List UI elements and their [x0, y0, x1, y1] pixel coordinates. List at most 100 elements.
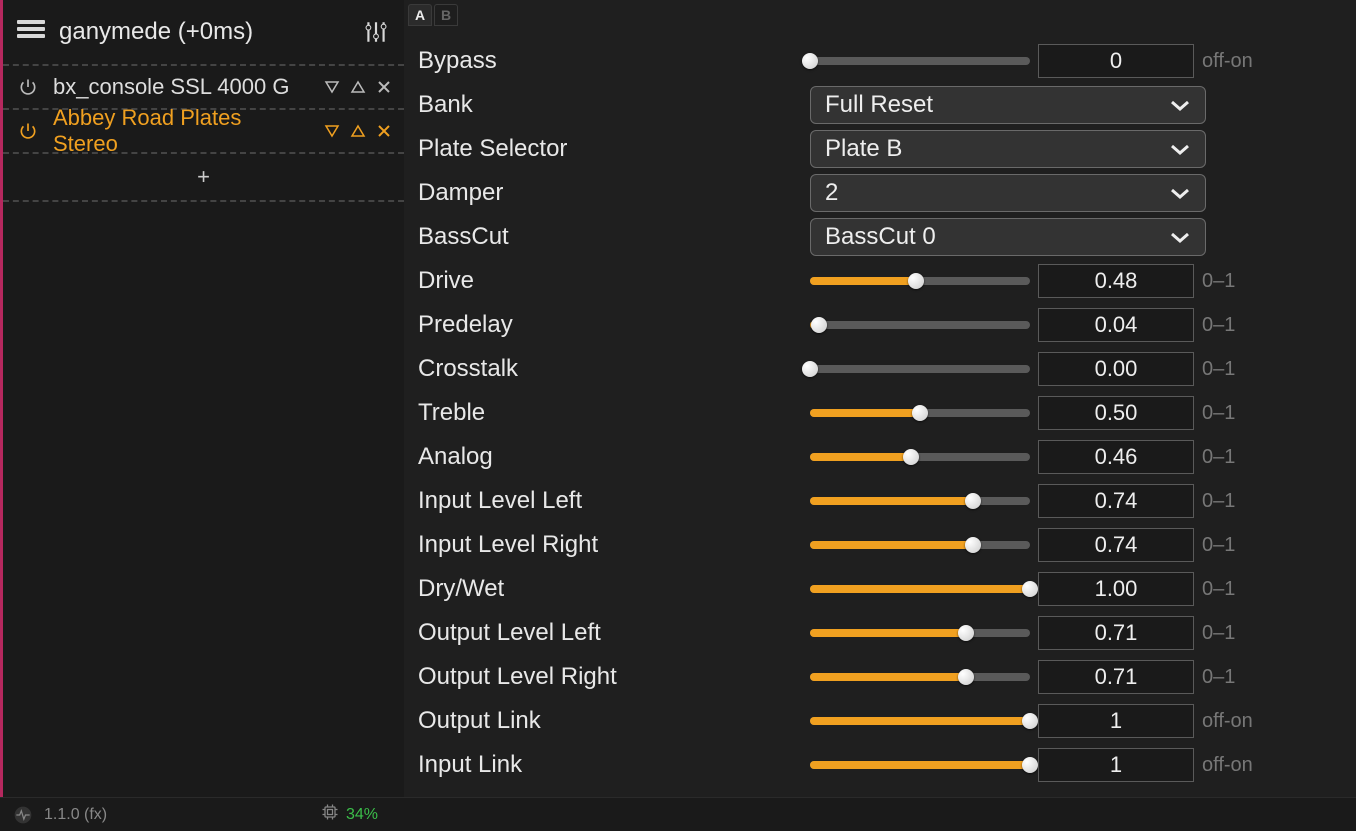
param-row: Drive 0.48 0–1: [414, 262, 1338, 300]
add-plugin-button[interactable]: +: [3, 154, 404, 202]
select-value: Full Reset: [825, 91, 933, 119]
value-input[interactable]: 1: [1038, 704, 1194, 738]
param-label: Output Level Left: [414, 619, 810, 647]
value-input[interactable]: 0.04: [1038, 308, 1194, 342]
slider-output-level-right[interactable]: [810, 669, 1030, 685]
select-value: Plate B: [825, 135, 902, 163]
param-label: Bank: [414, 91, 810, 119]
range-label: 0–1: [1202, 358, 1272, 381]
select-bank[interactable]: Full Reset: [810, 86, 1206, 124]
param-row: Plate Selector Plate B: [414, 130, 1338, 168]
triangle-down-icon[interactable]: [322, 77, 342, 97]
param-label: Analog: [414, 443, 810, 471]
slider-input-level-right[interactable]: [810, 537, 1030, 553]
triangle-up-icon[interactable]: [348, 77, 368, 97]
slider-bypass[interactable]: [810, 53, 1030, 69]
select-damper[interactable]: 2: [810, 174, 1206, 212]
cpu-usage: 34%: [346, 806, 378, 824]
param-row: Damper 2: [414, 174, 1338, 212]
slider-output-link[interactable]: [810, 713, 1030, 729]
slider-drive[interactable]: [810, 273, 1030, 289]
range-label: 0–1: [1202, 622, 1272, 645]
triangle-up-icon[interactable]: [348, 121, 368, 141]
chevron-down-icon: [1169, 91, 1191, 119]
chevron-down-icon: [1169, 223, 1191, 251]
param-row: Input Link 1 off-on: [414, 746, 1338, 784]
range-label: 0–1: [1202, 534, 1272, 557]
slider-dry-wet[interactable]: [810, 581, 1030, 597]
ab-tab-a[interactable]: A: [408, 4, 432, 26]
triangle-down-icon[interactable]: [322, 121, 342, 141]
value-input[interactable]: 0: [1038, 44, 1194, 78]
value-input[interactable]: 0.74: [1038, 528, 1194, 562]
param-label: Plate Selector: [414, 135, 810, 163]
activity-icon: [12, 804, 34, 826]
cpu-icon: [320, 802, 340, 827]
sidebar-header: ganymede (+0ms): [3, 0, 404, 64]
plugin-row[interactable]: bx_console SSL 4000 G: [3, 66, 404, 110]
select-value: 2: [825, 179, 838, 207]
power-icon[interactable]: [17, 76, 39, 98]
value-input[interactable]: 0.74: [1038, 484, 1194, 518]
param-label: Bypass: [414, 47, 810, 75]
slider-analog[interactable]: [810, 449, 1030, 465]
param-row: Analog 0.46 0–1: [414, 438, 1338, 476]
version-label: 1.1.0 (fx): [44, 806, 107, 824]
param-row: Output Link 1 off-on: [414, 702, 1338, 740]
param-row: Treble 0.50 0–1: [414, 394, 1338, 432]
value-input[interactable]: 0.48: [1038, 264, 1194, 298]
range-label: 0–1: [1202, 578, 1272, 601]
value-input[interactable]: 0.50: [1038, 396, 1194, 430]
param-row: Input Level Left 0.74 0–1: [414, 482, 1338, 520]
param-row: BassCut BassCut 0: [414, 218, 1338, 256]
select-value: BassCut 0: [825, 223, 936, 251]
param-row: Output Level Right 0.71 0–1: [414, 658, 1338, 696]
param-label: Output Level Right: [414, 663, 810, 691]
sidebar: ganymede (+0ms) bx_console SSL 4000 G Ab…: [0, 0, 404, 797]
param-label: Input Level Right: [414, 531, 810, 559]
slider-crosstalk[interactable]: [810, 361, 1030, 377]
close-icon[interactable]: [374, 121, 394, 141]
power-icon[interactable]: [17, 120, 39, 142]
ab-tab-b[interactable]: B: [434, 4, 458, 26]
ab-tabs: AB: [404, 0, 1356, 26]
mixer-settings-icon[interactable]: [362, 18, 390, 46]
server-icon: [17, 20, 45, 44]
param-row: Output Level Left 0.71 0–1: [414, 614, 1338, 652]
value-input[interactable]: 1.00: [1038, 572, 1194, 606]
slider-input-level-left[interactable]: [810, 493, 1030, 509]
footer: 1.1.0 (fx) 34%: [0, 797, 1356, 831]
param-label: Dry/Wet: [414, 575, 810, 603]
param-label: Drive: [414, 267, 810, 295]
plugin-name: Abbey Road Plates Stereo: [53, 105, 308, 157]
value-input[interactable]: 0.46: [1038, 440, 1194, 474]
chevron-down-icon: [1169, 135, 1191, 163]
slider-output-level-left[interactable]: [810, 625, 1030, 641]
value-input[interactable]: 1: [1038, 748, 1194, 782]
value-input[interactable]: 0.71: [1038, 616, 1194, 650]
plugin-row[interactable]: Abbey Road Plates Stereo: [3, 110, 404, 154]
param-label: Predelay: [414, 311, 810, 339]
param-label: Crosstalk: [414, 355, 810, 383]
range-label: 0–1: [1202, 446, 1272, 469]
param-row: Input Level Right 0.74 0–1: [414, 526, 1338, 564]
range-label: off-on: [1202, 754, 1272, 777]
range-label: 0–1: [1202, 270, 1272, 293]
value-input[interactable]: 0.00: [1038, 352, 1194, 386]
param-row: Bypass 0 off-on: [414, 42, 1338, 80]
select-basscut[interactable]: BassCut 0: [810, 218, 1206, 256]
plugin-name: bx_console SSL 4000 G: [53, 74, 308, 100]
param-row: Crosstalk 0.00 0–1: [414, 350, 1338, 388]
plugin-list: bx_console SSL 4000 G Abbey Road Plates …: [3, 64, 404, 154]
slider-input-link[interactable]: [810, 757, 1030, 773]
slider-predelay[interactable]: [810, 317, 1030, 333]
select-plate selector[interactable]: Plate B: [810, 130, 1206, 168]
value-input[interactable]: 0.71: [1038, 660, 1194, 694]
close-icon[interactable]: [374, 77, 394, 97]
param-label: Treble: [414, 399, 810, 427]
host-title: ganymede (+0ms): [59, 18, 253, 46]
param-label: Damper: [414, 179, 810, 207]
param-row: Bank Full Reset: [414, 86, 1338, 124]
slider-treble[interactable]: [810, 405, 1030, 421]
main-panel: AB Bypass 0 off-on Bank Full Reset Plate…: [404, 0, 1356, 797]
